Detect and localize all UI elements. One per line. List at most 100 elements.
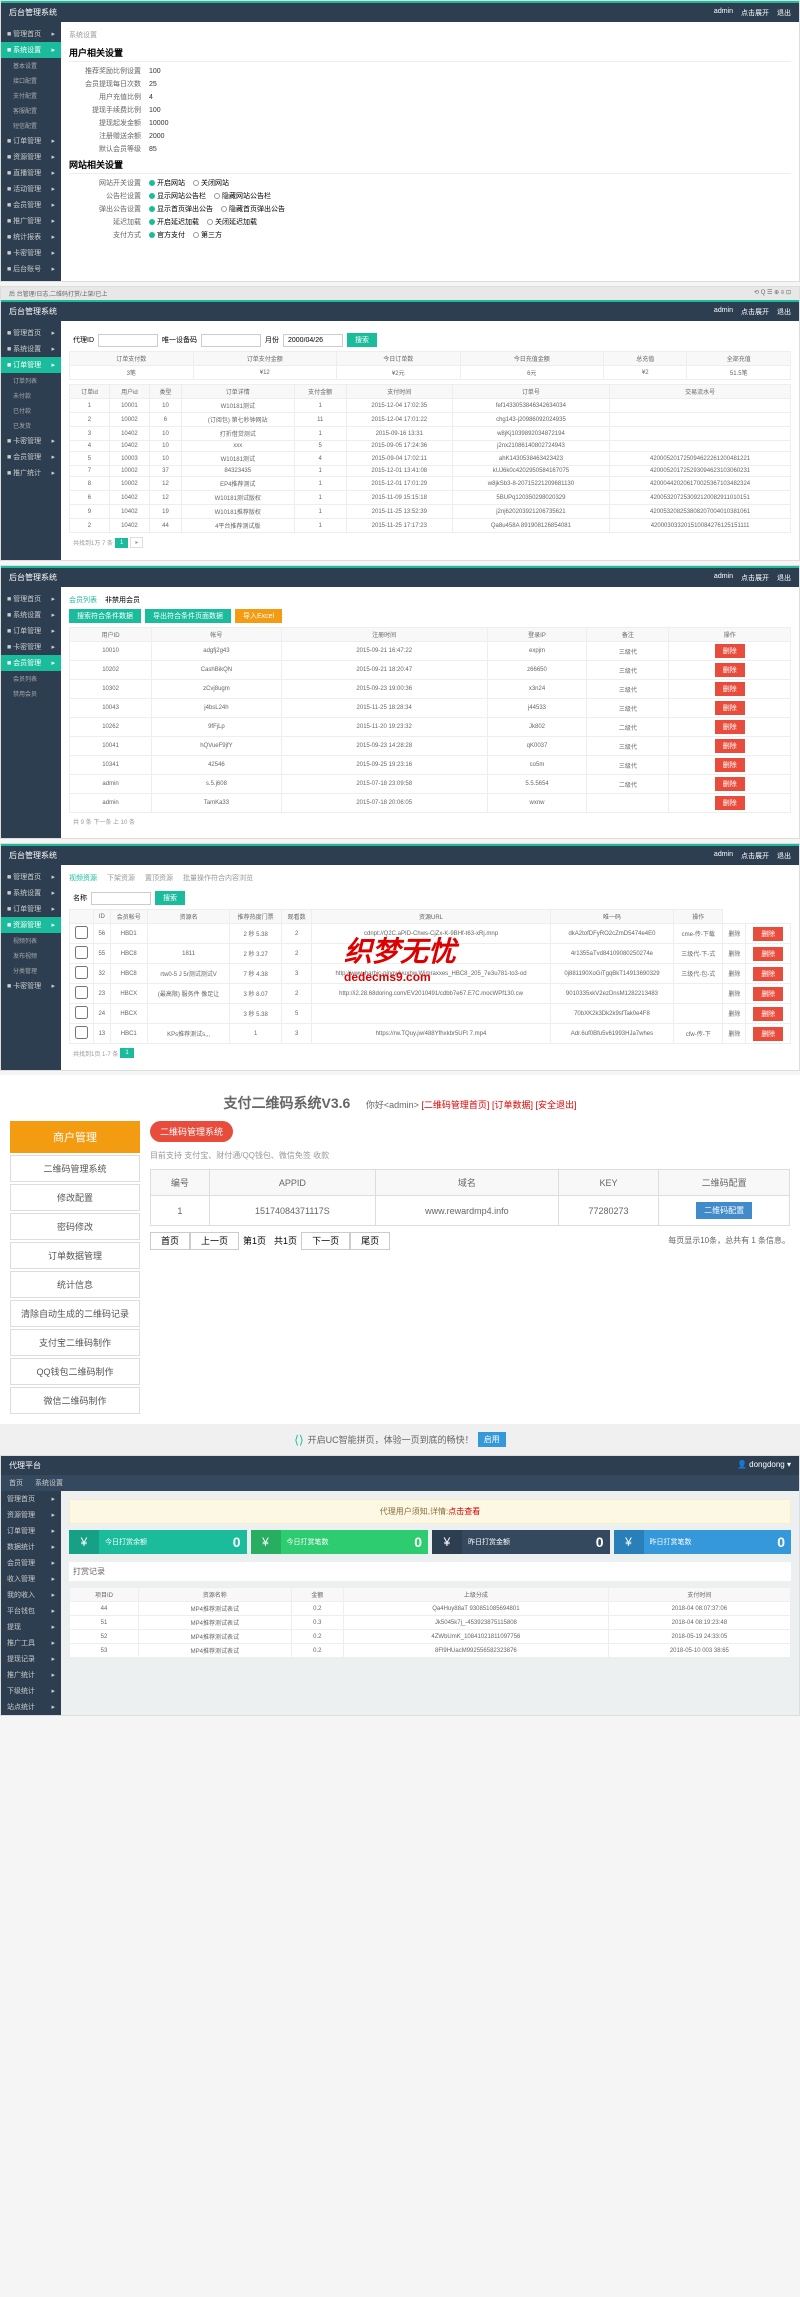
qr-nav-item[interactable]: 密码修改 (10, 1213, 140, 1240)
logout-link[interactable]: 退出 (777, 8, 791, 18)
qr-nav-item[interactable]: QQ钱包二维码制作 (10, 1358, 140, 1385)
delete-button[interactable]: 删除 (715, 644, 745, 658)
action-button[interactable]: 搜索符合条件数据 (69, 609, 141, 623)
row-checkbox[interactable] (75, 1006, 88, 1019)
sidebar-item[interactable]: 会员管理▸ (1, 1555, 61, 1571)
delete-button[interactable]: 删除 (715, 796, 745, 810)
page-1[interactable]: 1 (120, 1048, 133, 1058)
radio-option[interactable]: 关闭网站 (193, 178, 229, 188)
sidebar-item[interactable]: ■ 会员管理▸ (1, 197, 61, 213)
row-checkbox[interactable] (75, 946, 88, 959)
sidebar-item[interactable]: ■ 推广统计▸ (1, 465, 61, 481)
tab[interactable]: 会员列表 (69, 597, 97, 604)
sidebar-item[interactable]: ■ 系统设置▸ (1, 885, 61, 901)
sidebar-item[interactable]: 推广工具▸ (1, 1635, 61, 1651)
sidebar-item[interactable]: 收入管理▸ (1, 1571, 61, 1587)
row-checkbox[interactable] (75, 926, 88, 939)
qr-nav-item[interactable]: 修改配置 (10, 1184, 140, 1211)
sidebar-sub-item[interactable]: 接口配置 (1, 73, 61, 88)
sidebar-item[interactable]: ■ 订单管理▸ (1, 133, 61, 149)
name-input[interactable] (91, 892, 151, 905)
qr-nav-item[interactable]: 微信二维码制作 (10, 1387, 140, 1414)
sidebar-item[interactable]: ■ 系统设置▸ (1, 341, 61, 357)
radio-option[interactable]: 隐藏首页弹出公告 (221, 204, 285, 214)
sidebar-item[interactable]: ■ 直播管理▸ (1, 165, 61, 181)
nav-item[interactable]: 首页 (9, 1478, 23, 1488)
sidebar-item[interactable]: ■ 管理首页▸ (1, 591, 61, 607)
sidebar-sub-item[interactable]: 禁用会员 (1, 686, 61, 701)
sidebar-item[interactable]: ■ 卡密管理▸ (1, 433, 61, 449)
sidebar-item[interactable]: ■ 系统设置▸ (1, 607, 61, 623)
sidebar-sub-item[interactable]: 基本设置 (1, 58, 61, 73)
sidebar-item[interactable]: 管理首页▸ (1, 1491, 61, 1507)
radio-option[interactable]: 开启网站 (149, 178, 185, 188)
search-button[interactable]: 搜索 (155, 891, 185, 905)
menu-toggle[interactable]: 点击展开 (741, 573, 769, 583)
qr-nav-item[interactable]: 二维码管理系统 (10, 1155, 140, 1182)
delete-button[interactable]: 删除 (753, 947, 783, 961)
menu-toggle[interactable]: 点击展开 (741, 851, 769, 861)
pager-button[interactable]: 上一页 (190, 1232, 239, 1250)
menu-toggle[interactable]: 点击展开 (741, 307, 769, 317)
tab[interactable]: 下架资源 (107, 875, 135, 882)
sidebar-item[interactable]: ■ 资源管理▸ (1, 149, 61, 165)
sidebar-item[interactable]: 资源管理▸ (1, 1507, 61, 1523)
menu-toggle[interactable]: 点击展开 (741, 8, 769, 18)
sidebar-item[interactable]: ■ 资源管理▸ (1, 917, 61, 933)
tab[interactable]: 视频资源 (69, 875, 97, 882)
device-input[interactable] (201, 334, 261, 347)
sidebar-item[interactable]: ■ 卡密管理▸ (1, 978, 61, 994)
logout-link[interactable]: 退出 (777, 851, 791, 861)
sidebar-item[interactable]: ■ 订单管理▸ (1, 901, 61, 917)
delete-button[interactable]: 删除 (715, 758, 745, 772)
delete-button[interactable]: 删除 (715, 777, 745, 791)
sidebar-sub-item[interactable]: 分类管理 (1, 963, 61, 978)
tab[interactable]: 批量操作符合内容浏览 (183, 875, 253, 882)
radio-option[interactable]: 显示网站公告栏 (149, 191, 206, 201)
delete-button[interactable]: 删除 (753, 987, 783, 1001)
sidebar-item[interactable]: ■ 卡密管理▸ (1, 245, 61, 261)
sidebar-sub-item[interactable]: 订单列表 (1, 373, 61, 388)
delete-button[interactable]: 删除 (715, 739, 745, 753)
radio-option[interactable]: 开启延迟加载 (149, 217, 199, 227)
sidebar-item[interactable]: ■ 管理首页▸ (1, 26, 61, 42)
sidebar-item[interactable]: 站点统计▸ (1, 1699, 61, 1715)
delete-button[interactable]: 删除 (715, 720, 745, 734)
sidebar-item[interactable]: ■ 后台账号▸ (1, 261, 61, 277)
sidebar-item[interactable]: ■ 订单管理▸ (1, 357, 61, 373)
radio-option[interactable]: 显示首页弹出公告 (149, 204, 213, 214)
sidebar-sub-item[interactable]: 支付配置 (1, 88, 61, 103)
radio-option[interactable]: 关闭延迟加载 (207, 217, 257, 227)
page-next[interactable]: ▸ (130, 537, 143, 548)
sidebar-sub-item[interactable]: 未付款 (1, 388, 61, 403)
sidebar-item[interactable]: ■ 会员管理▸ (1, 449, 61, 465)
sidebar-item[interactable]: 平台钱包▸ (1, 1603, 61, 1619)
header-link[interactable]: [安全退出] (535, 1100, 576, 1110)
agent-id-input[interactable] (98, 334, 158, 347)
sidebar-item[interactable]: 订单管理▸ (1, 1523, 61, 1539)
delete-button[interactable]: 删除 (715, 701, 745, 715)
pager-button[interactable]: 下一页 (301, 1232, 350, 1250)
sidebar-item[interactable]: ■ 系统设置▸ (1, 42, 61, 58)
sidebar-item[interactable]: 下级统计▸ (1, 1683, 61, 1699)
config-button[interactable]: 二维码配置 (696, 1202, 752, 1219)
sidebar-sub-item[interactable]: 视频列表 (1, 933, 61, 948)
enable-button[interactable]: 启用 (478, 1432, 506, 1447)
delete-button[interactable]: 删除 (753, 1007, 783, 1021)
delete-button[interactable]: 删除 (715, 663, 745, 677)
nav-item[interactable]: 系统设置 (35, 1478, 63, 1488)
radio-option[interactable]: 官方支付 (149, 230, 185, 240)
sidebar-item[interactable]: ■ 统计报表▸ (1, 229, 61, 245)
date-input[interactable] (283, 334, 343, 347)
qr-nav-item[interactable]: 清除自动生成的二维码记录 (10, 1300, 140, 1327)
sidebar-sub-item[interactable]: 已发货 (1, 418, 61, 433)
delete-button[interactable]: 删除 (715, 682, 745, 696)
sidebar-sub-item[interactable]: 短信配置 (1, 118, 61, 133)
sidebar-sub-item[interactable]: 会员列表 (1, 671, 61, 686)
page-1[interactable]: 1 (115, 538, 128, 548)
sidebar-item[interactable]: ■ 会员管理▸ (1, 655, 61, 671)
header-link[interactable]: [二维码管理首页] (421, 1100, 489, 1110)
search-button[interactable]: 搜索 (347, 333, 377, 347)
sidebar-item[interactable]: ■ 订单管理▸ (1, 623, 61, 639)
sidebar-item[interactable]: ■ 管理首页▸ (1, 325, 61, 341)
